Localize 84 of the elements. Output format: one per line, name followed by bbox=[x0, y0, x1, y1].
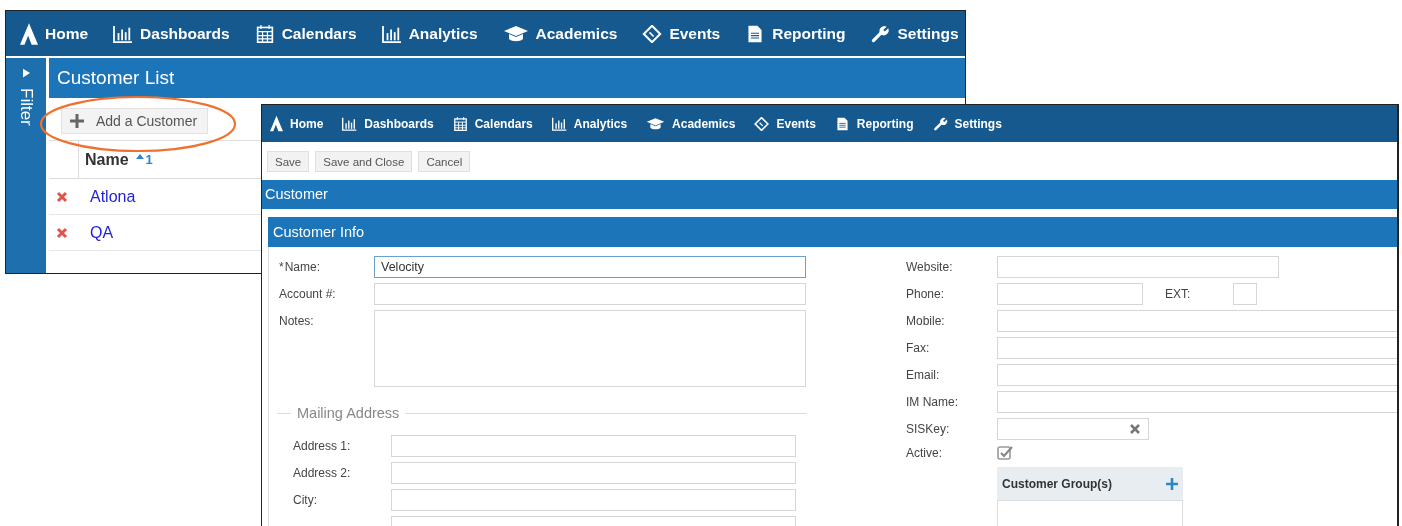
field-label: Notes: bbox=[279, 314, 314, 328]
plus-icon bbox=[70, 114, 84, 128]
nav-item[interactable]: Analytics bbox=[381, 24, 478, 43]
expand-arrow-icon[interactable] bbox=[22, 68, 30, 78]
field-label: Account #: bbox=[279, 287, 336, 301]
toolbar-button[interactable]: Save and Close bbox=[315, 151, 413, 172]
field-label: Mobile: bbox=[906, 314, 945, 328]
field-label: SISKey: bbox=[906, 422, 950, 436]
input-field[interactable] bbox=[391, 435, 796, 457]
input-field[interactable] bbox=[997, 310, 1397, 332]
required-mark: * bbox=[279, 260, 284, 274]
wrench-icon bbox=[932, 116, 948, 131]
document-icon bbox=[834, 116, 850, 131]
fieldset-legend: Mailing Address bbox=[297, 405, 400, 421]
sort-up-icon bbox=[135, 154, 144, 159]
add-icon[interactable] bbox=[1166, 477, 1178, 490]
field-label: Address 2: bbox=[293, 466, 351, 480]
filter-sidebar[interactable]: Filter bbox=[6, 58, 46, 273]
input-field[interactable] bbox=[997, 256, 1279, 278]
bar-chart-icon bbox=[342, 116, 358, 131]
field-label: EXT: bbox=[1165, 287, 1192, 301]
nav-item[interactable]: Reporting bbox=[745, 24, 846, 43]
bar-chart-icon bbox=[551, 116, 567, 131]
calendar-icon bbox=[452, 116, 468, 131]
nav-item[interactable]: Events bbox=[642, 24, 721, 43]
delete-icon[interactable] bbox=[56, 226, 68, 239]
panel-title: Customer Group(s) bbox=[1002, 476, 1112, 491]
checkbox[interactable] bbox=[997, 445, 1013, 461]
input-field[interactable] bbox=[997, 391, 1397, 413]
graduation-cap-icon bbox=[502, 24, 529, 43]
input-field[interactable]: Velocity bbox=[374, 256, 806, 278]
nav-item[interactable]: Calendars bbox=[254, 24, 357, 43]
field-label: City: bbox=[293, 493, 317, 507]
ticket-icon bbox=[754, 116, 770, 131]
wrench-icon bbox=[870, 24, 891, 43]
input-field[interactable] bbox=[374, 283, 806, 305]
input-field[interactable] bbox=[391, 462, 796, 484]
nav-item[interactable]: Academics bbox=[502, 24, 618, 43]
page-title: Customer List bbox=[49, 58, 965, 98]
field-label: Website: bbox=[906, 260, 953, 274]
toolbar-button[interactable]: Cancel bbox=[418, 151, 471, 172]
nav-item[interactable]: Home bbox=[270, 115, 324, 132]
input-field[interactable] bbox=[997, 418, 1149, 440]
column-header[interactable]: Name bbox=[79, 150, 129, 169]
toolbar-button[interactable]: Save bbox=[267, 151, 310, 172]
add-customer-button[interactable]: Add a Customer bbox=[61, 108, 209, 134]
page-title: Customer bbox=[262, 180, 1397, 209]
nav-item[interactable]: Settings bbox=[870, 24, 959, 43]
nav-item[interactable]: Academics bbox=[646, 116, 736, 131]
section-header: Customer Info bbox=[268, 217, 1397, 247]
input-field[interactable] bbox=[997, 364, 1397, 386]
clear-icon[interactable] bbox=[1130, 424, 1140, 434]
nav-item[interactable]: Settings bbox=[932, 116, 1002, 131]
logo-icon bbox=[270, 115, 283, 132]
bar-chart-icon bbox=[381, 24, 402, 43]
extension-field[interactable] bbox=[1233, 283, 1257, 305]
nav-item[interactable]: Events bbox=[754, 116, 816, 131]
field-label: Phone: bbox=[906, 287, 945, 301]
logo-icon bbox=[20, 22, 38, 45]
nav-item[interactable]: Reporting bbox=[834, 116, 914, 131]
sort-order: 1 bbox=[145, 152, 153, 167]
nav-item[interactable]: Calendars bbox=[452, 116, 533, 131]
notes-field[interactable] bbox=[374, 310, 806, 387]
field-label: Name: bbox=[284, 260, 320, 274]
calendar-icon bbox=[254, 24, 275, 43]
field-label: IM Name: bbox=[906, 395, 958, 409]
field-label: Email: bbox=[906, 368, 940, 382]
nav-item[interactable]: Home bbox=[20, 22, 89, 45]
input-field[interactable] bbox=[997, 283, 1143, 305]
ticket-icon bbox=[642, 24, 663, 43]
nav-item[interactable]: Analytics bbox=[551, 116, 628, 131]
customer-link[interactable]: Atlona bbox=[90, 187, 136, 206]
customer-link[interactable]: QA bbox=[90, 223, 114, 242]
input-field[interactable] bbox=[997, 337, 1397, 359]
graduation-cap-icon bbox=[646, 116, 666, 131]
field-label: Fax: bbox=[906, 341, 930, 355]
nav-item[interactable]: Dashboards bbox=[113, 24, 230, 43]
field-label: Active: bbox=[906, 446, 942, 460]
field-label: Address 1: bbox=[293, 439, 351, 453]
bar-chart-icon bbox=[113, 24, 134, 43]
delete-icon[interactable] bbox=[56, 190, 68, 203]
filter-label: Filter bbox=[16, 88, 36, 126]
input-field[interactable] bbox=[391, 489, 796, 511]
nav-item[interactable]: Dashboards bbox=[342, 116, 434, 131]
